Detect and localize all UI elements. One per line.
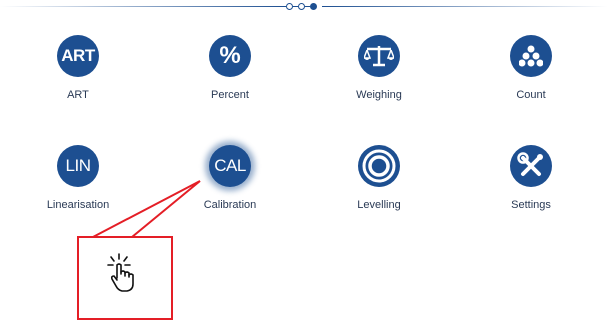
callout-box xyxy=(77,236,173,320)
tap-hand-icon xyxy=(107,253,134,292)
